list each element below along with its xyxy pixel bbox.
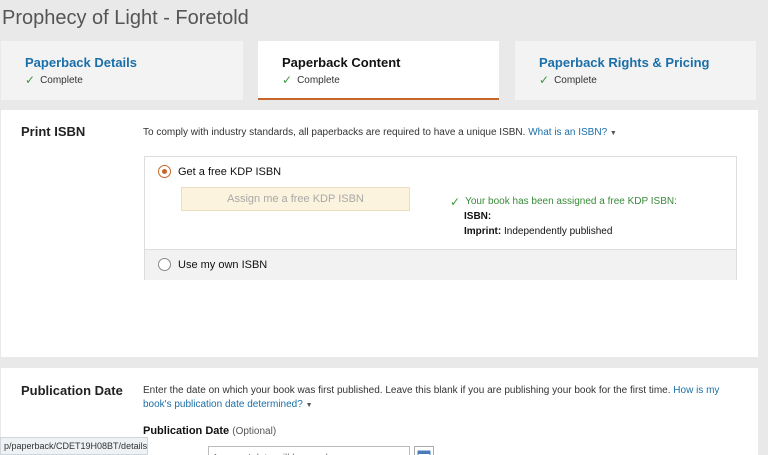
tab-label: Paperback Content (282, 55, 401, 70)
caret-down-icon: ▼ (609, 130, 617, 137)
isbn-label: ISBN: (464, 211, 492, 222)
section-description: Enter the date on which your book was fi… (143, 384, 739, 413)
section-description: To comply with industry standards, all p… (143, 126, 617, 141)
tab-label: Paperback Rights & Pricing (539, 55, 710, 70)
tab-status: ✓ Complete (282, 74, 499, 86)
tab-paperback-content[interactable]: Paperback Content ✓ Complete (258, 41, 499, 100)
page-title: Prophecy of Light - Foretold (2, 7, 249, 29)
what-is-isbn-link[interactable]: What is an ISBN? (528, 127, 607, 138)
check-icon: ✓ (539, 73, 550, 87)
tab-status-text: Complete (297, 74, 340, 86)
check-icon: ✓ (450, 194, 461, 209)
radio-own-isbn[interactable] (158, 258, 171, 271)
tab-paperback-details[interactable]: Paperback Details ✓ Complete (1, 41, 243, 100)
section-title: Publication Date (21, 383, 123, 398)
section-title: Print ISBN (21, 124, 86, 139)
assigned-message-text: Your book has been assigned a free KDP I… (465, 196, 677, 207)
imprint-value: Independently published (504, 226, 613, 237)
check-icon: ✓ (282, 73, 293, 87)
caret-down-icon: ▼ (305, 402, 313, 409)
publication-date-field-label: Publication Date (Optional) (143, 425, 276, 437)
radio-free-isbn[interactable] (158, 165, 171, 178)
publication-date-input[interactable] (208, 446, 410, 455)
tab-status: ✓ Complete (539, 74, 756, 86)
isbn-assigned-info: ✓ Your book has been assigned a free KDP… (450, 194, 677, 239)
tab-paperback-rights-pricing[interactable]: Paperback Rights & Pricing ✓ Complete (515, 41, 756, 100)
optional-text: (Optional) (232, 426, 277, 437)
description-text: Enter the date on which your book was fi… (143, 385, 671, 396)
free-isbn-label: Get a free KDP ISBN (178, 165, 282, 178)
isbn-row: ISBN: (450, 209, 677, 224)
free-isbn-option[interactable]: Get a free KDP ISBN (158, 165, 281, 178)
check-icon: ✓ (25, 73, 36, 87)
help-link-part-1: How is my (673, 385, 720, 396)
imprint-row: Imprint: Independently published (450, 224, 677, 239)
own-isbn-option-row[interactable]: Use my own ISBN (145, 249, 736, 280)
tab-status: ✓ Complete (25, 74, 243, 86)
tab-label: Paperback Details (25, 55, 138, 70)
field-label-text: Publication Date (143, 425, 230, 437)
print-isbn-section: Print ISBN To comply with industry stand… (1, 110, 758, 357)
own-isbn-label: Use my own ISBN (178, 258, 268, 271)
assigned-message: ✓ Your book has been assigned a free KDP… (450, 194, 677, 209)
tab-status-text: Complete (554, 74, 597, 86)
help-link-part-2: book's publication date determined? (143, 399, 303, 410)
tab-status-text: Complete (40, 74, 83, 86)
own-isbn-option[interactable]: Use my own ISBN (158, 258, 267, 271)
browser-status-bar: p/paperback/CDET19H08BT/details (0, 437, 148, 455)
description-text: To comply with industry standards, all p… (143, 127, 526, 138)
calendar-icon[interactable] (414, 446, 434, 455)
assign-isbn-button[interactable]: Assign me a free KDP ISBN (181, 187, 410, 211)
imprint-label: Imprint: (464, 226, 502, 237)
isbn-options-box: Get a free KDP ISBN Assign me a free KDP… (144, 156, 737, 280)
